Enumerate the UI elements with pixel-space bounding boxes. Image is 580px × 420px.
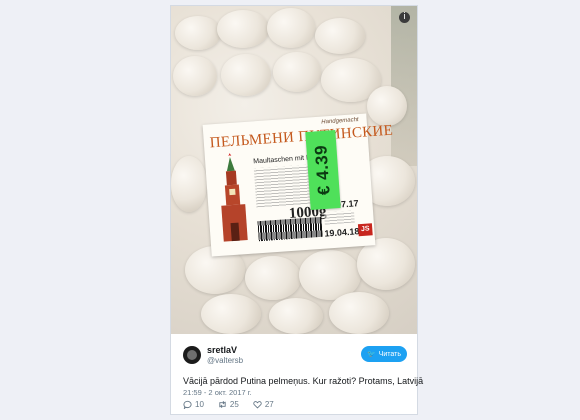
barcode: [257, 216, 323, 242]
like-count: 27: [264, 400, 274, 409]
tweet-text: Vācijā pārdod Putina pelmeņus. Kur ražot…: [183, 376, 424, 386]
retweet-count: 25: [229, 400, 239, 409]
price-sticker: € 4.39: [305, 130, 341, 210]
kremlin-tower-icon: [221, 153, 248, 242]
info-icon[interactable]: i: [399, 12, 410, 23]
storage-text: [324, 210, 355, 225]
background-shelf: [391, 6, 417, 166]
retweet-icon: [219, 401, 226, 408]
follow-label: Читать: [378, 350, 401, 358]
handmade-text: Handgemacht: [321, 116, 359, 126]
dumpling: [269, 298, 323, 334]
best-before-date: 19.04.18: [324, 226, 360, 239]
tweet-footer: sretlaV @valtersb 🐦 Читать Vācijā pārdod…: [171, 334, 423, 414]
product-subtitle: Maultaschen mit Fl: [253, 154, 313, 166]
dumpling: [171, 156, 207, 212]
product-label: Handgemacht ПЕЛЬМЕНИ ПУТИНСКИЕ Maultasch…: [202, 113, 394, 257]
dumpling: [329, 292, 389, 334]
heart-icon: [253, 401, 262, 409]
follow-button[interactable]: 🐦 Читать: [361, 346, 407, 362]
tweet-photo[interactable]: i Handgemacht ПЕЛЬМЕНИ ПУТИНСКИЕ Maultas…: [171, 6, 417, 334]
dumpling: [221, 54, 271, 96]
tweet-actions: 10 25 27: [183, 400, 274, 409]
dumpling: [217, 10, 269, 48]
dumpling: [273, 52, 321, 92]
retweet-button[interactable]: 25: [218, 400, 239, 409]
reply-button[interactable]: 10: [183, 400, 204, 409]
author-handle[interactable]: @valtersb: [207, 356, 243, 365]
twitter-bird-icon: 🐦: [366, 350, 376, 358]
dumpling: [267, 8, 315, 48]
reply-count: 10: [195, 400, 204, 409]
author-name[interactable]: sretlaV: [207, 345, 237, 355]
dumpling: [201, 294, 261, 334]
dumpling: [245, 256, 301, 300]
like-button[interactable]: 27: [253, 400, 274, 409]
tweet-timestamp[interactable]: 21:59 - 2 окт. 2017 г.: [183, 388, 252, 397]
brand-logo: JS: [357, 223, 373, 237]
price-text: € 4.39: [311, 144, 334, 196]
tweet-card: i Handgemacht ПЕЛЬМЕНИ ПУТИНСКИЕ Maultas…: [170, 5, 423, 415]
dumpling: [173, 56, 217, 96]
reply-icon: [183, 400, 192, 409]
dumpling: [367, 86, 407, 126]
dumpling: [315, 18, 365, 54]
dumpling: [175, 16, 221, 50]
product-title: ПЕЛЬМЕНИ ПУТИНСКИЕ: [209, 122, 394, 152]
avatar[interactable]: [183, 346, 201, 364]
